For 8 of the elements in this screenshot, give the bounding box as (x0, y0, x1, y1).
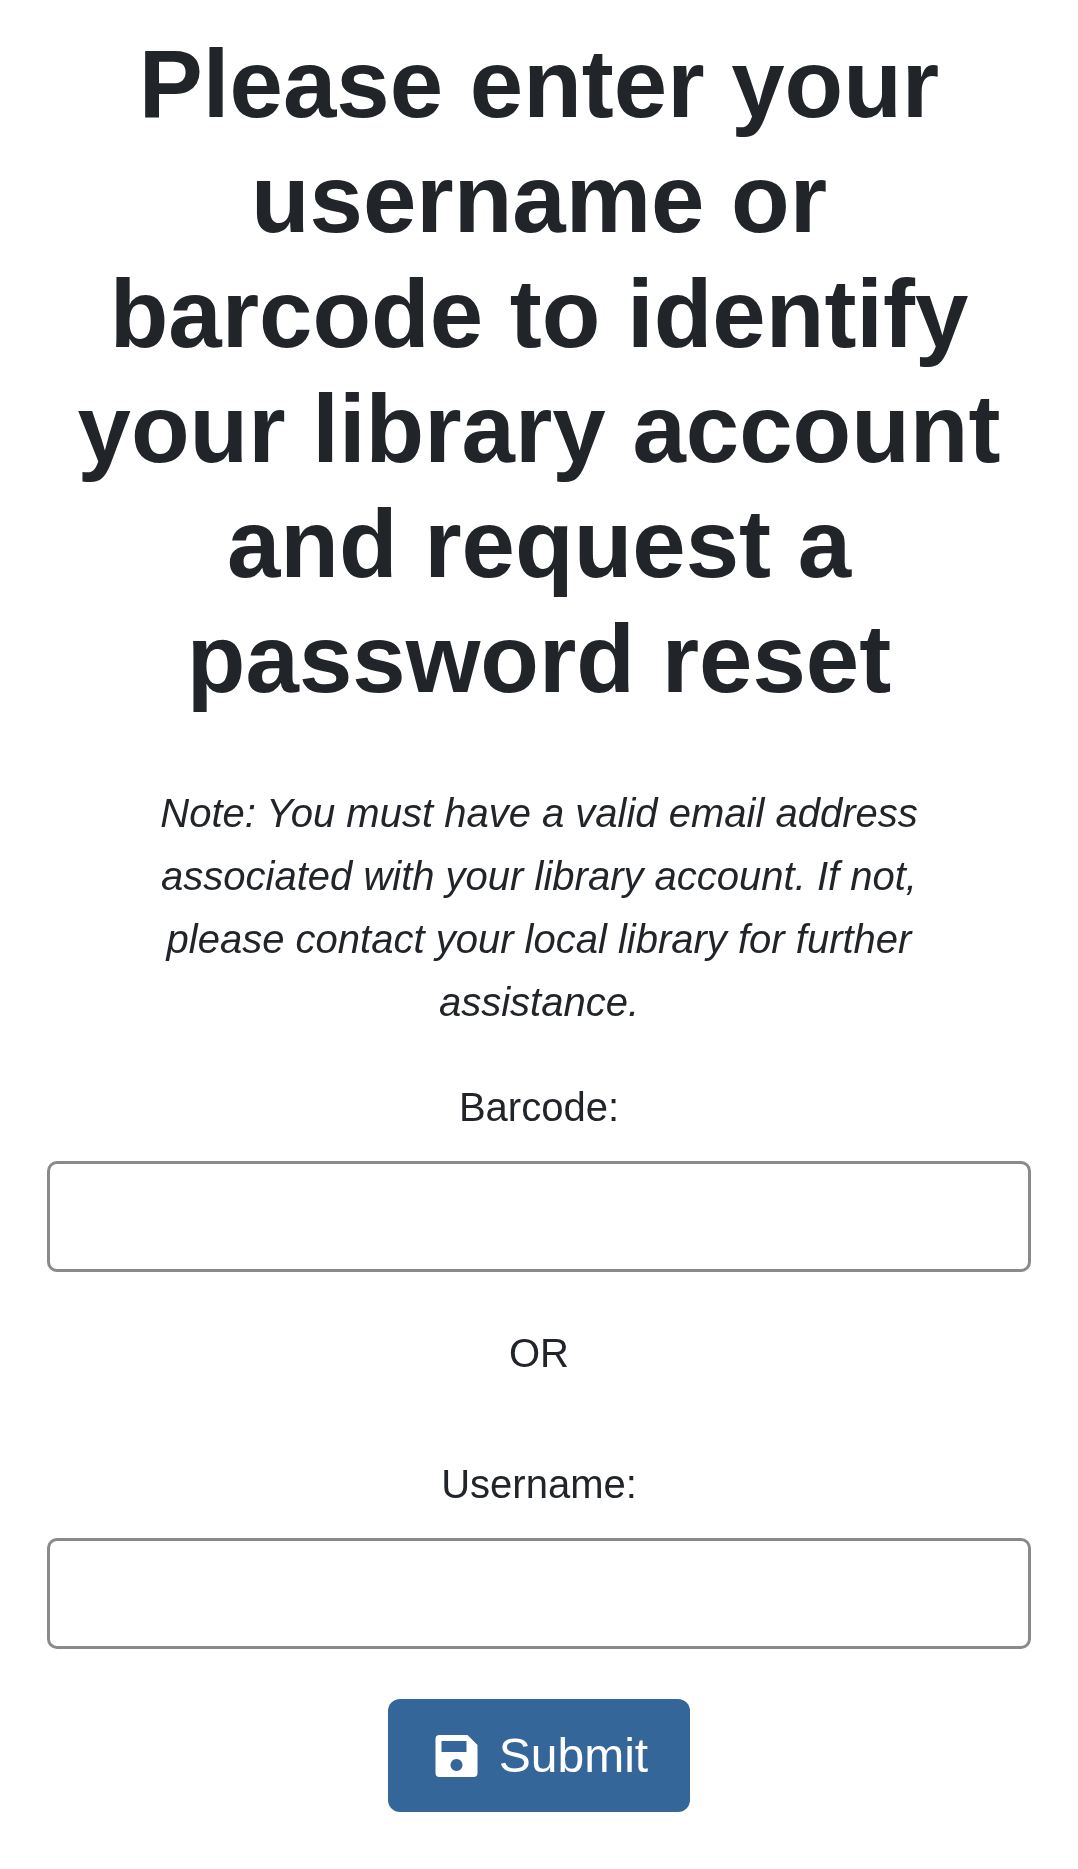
text-input[interactable] (47, 1161, 1031, 1272)
field-label: Barcode: (458, 1084, 620, 1131)
text-input[interactable] (47, 1538, 1031, 1649)
submit-button[interactable]: Submit (387, 1699, 691, 1812)
page-heading: Please enter your username or barcode to identify your library account and request a password reset (76, 29, 1002, 714)
field-label: Username: (441, 1461, 637, 1508)
note-text: Note: You must have a valid email address associated with your library account. If not, please contact your local library for further assistance. (159, 790, 919, 1026)
separator-text: OR (509, 1330, 569, 1377)
